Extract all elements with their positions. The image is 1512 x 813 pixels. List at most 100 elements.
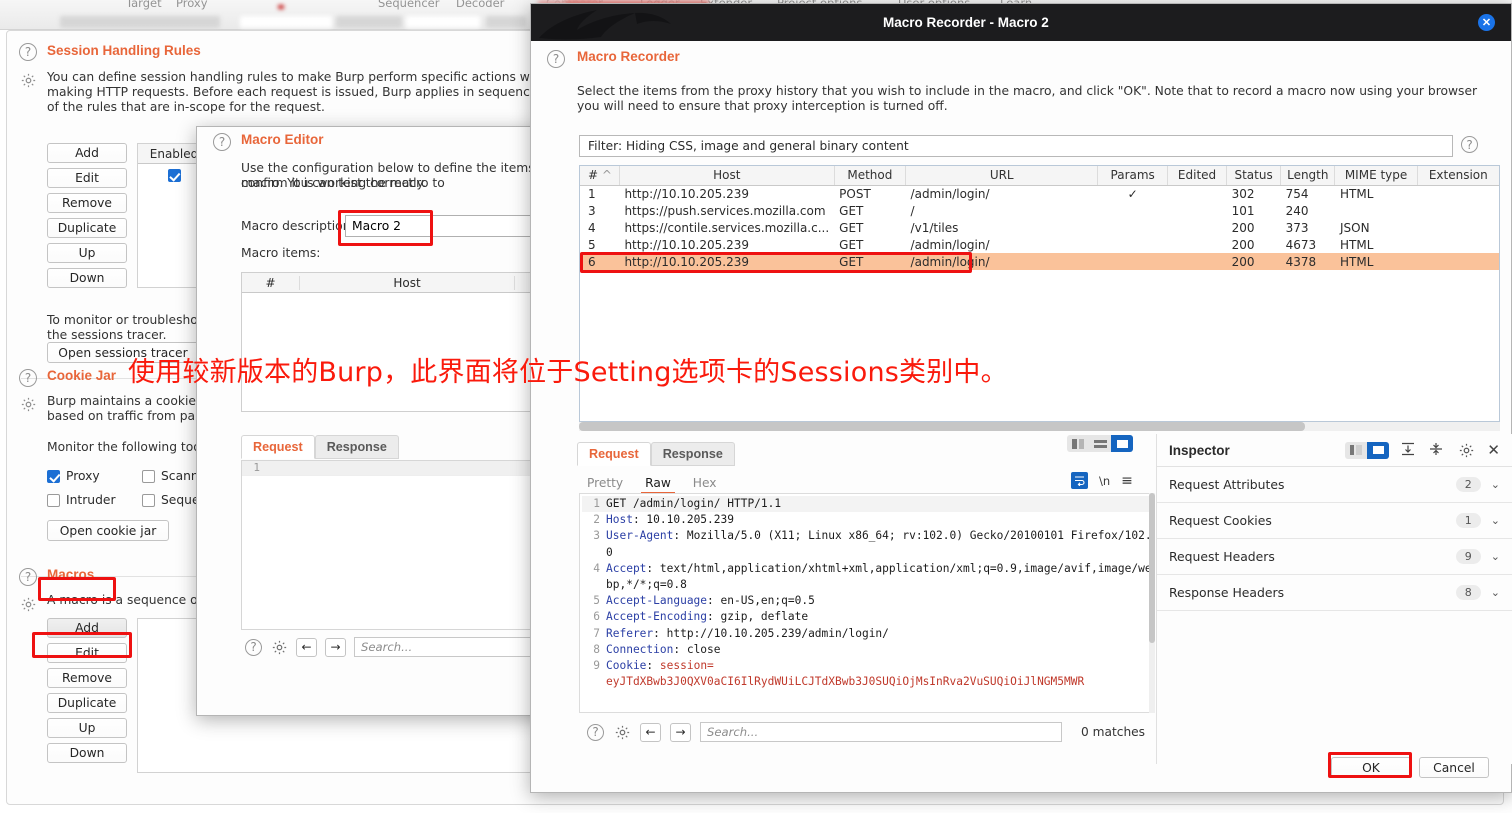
layout-horizontal-split-icon[interactable]: [1089, 435, 1111, 452]
macro-edit-button[interactable]: Edit: [47, 643, 127, 663]
session-handling-settings-icon[interactable]: [19, 71, 37, 92]
inspector-section-row[interactable]: Request Attributes2⌄: [1157, 467, 1512, 503]
table-hscrollbar[interactable]: [579, 422, 1500, 431]
inspector-section-row[interactable]: Request Cookies1⌄: [1157, 503, 1512, 539]
col-header-num[interactable]: # ^: [580, 166, 619, 185]
sequencer-checkbox[interactable]: [142, 494, 155, 507]
macro-recorder-filter-bar[interactable]: Filter: Hiding CSS, image and general bi…: [579, 135, 1453, 157]
macro-recorder-help-icon[interactable]: ?: [547, 50, 565, 68]
search-next-icon[interactable]: →: [670, 723, 691, 742]
session-remove-button[interactable]: Remove: [47, 193, 127, 213]
col-header-extension[interactable]: Extension: [1417, 166, 1499, 185]
macro-duplicate-button[interactable]: Duplicate: [47, 693, 127, 713]
top-tab-target[interactable]: Target: [126, 0, 162, 10]
cancel-button[interactable]: Cancel: [1419, 757, 1489, 778]
col-header-length[interactable]: Length: [1281, 166, 1335, 185]
close-icon[interactable]: ✕: [1478, 14, 1495, 31]
menu-hamburger-icon[interactable]: ≡: [1121, 473, 1133, 489]
expand-all-icon[interactable]: [1401, 442, 1415, 459]
col-header-edited[interactable]: Edited: [1167, 166, 1226, 185]
top-tab-proxy[interactable]: Proxy: [176, 0, 208, 10]
scanner-checkbox[interactable]: [142, 470, 155, 483]
table-row[interactable]: 6http://10.10.205.239GET/admin/login/200…: [580, 253, 1499, 270]
session-edit-button[interactable]: Edit: [47, 168, 127, 188]
session-handling-help-icon[interactable]: ?: [19, 43, 37, 61]
table-row[interactable]: 3https://push.services.mozilla.comGET/10…: [580, 202, 1499, 219]
request-vscrollbar[interactable]: [1149, 493, 1155, 713]
message-tab-response[interactable]: Response: [651, 442, 735, 466]
col-header-host[interactable]: Host: [619, 166, 834, 185]
col-header-url[interactable]: URL: [906, 166, 1098, 185]
message-tab-request[interactable]: Request: [577, 442, 651, 466]
top-tab-decoder[interactable]: Decoder: [456, 0, 504, 10]
macro-add-button[interactable]: Add: [47, 618, 127, 638]
col-header-status[interactable]: Status: [1227, 166, 1281, 185]
table-row[interactable]: 1http://10.10.205.239POST/admin/login/✓3…: [580, 185, 1499, 202]
macro-editor-help-icon[interactable]: ?: [213, 133, 231, 151]
table-row[interactable]: 4https://contile.services.mozilla.c...GE…: [580, 219, 1499, 236]
view-mode-pretty[interactable]: Pretty: [583, 474, 627, 494]
search-prev-icon[interactable]: ←: [640, 723, 661, 742]
gear-icon: [19, 395, 37, 413]
col-header-method[interactable]: Method: [834, 166, 905, 185]
table-hscrollbar-thumb[interactable]: [579, 422, 1305, 431]
gear-icon[interactable]: [1457, 441, 1475, 459]
editor-layout-toggle-group[interactable]: [1067, 435, 1133, 452]
session-duplicate-button[interactable]: Duplicate: [47, 218, 127, 238]
search-prev-icon[interactable]: ←: [296, 638, 317, 657]
macro-up-button[interactable]: Up: [47, 718, 127, 738]
cookie-jar-tool-proxy[interactable]: Proxy: [47, 469, 100, 483]
macros-help-icon[interactable]: ?: [19, 568, 37, 586]
line-number: 3: [582, 528, 600, 544]
layout-vertical-split-icon[interactable]: [1067, 435, 1089, 452]
request-raw-viewer[interactable]: 1GET /admin/login/ HTTP/1.12Host: 10.10.…: [579, 493, 1154, 713]
inspector-layout-toggle[interactable]: [1345, 442, 1389, 459]
inspector-section-row[interactable]: Request Headers9⌄: [1157, 539, 1512, 575]
col-header-params[interactable]: Params: [1098, 166, 1168, 185]
inspector-layout-left-icon[interactable]: [1345, 442, 1367, 459]
request-search-input[interactable]: Search...: [700, 722, 1062, 742]
macro-editor-tab-response[interactable]: Response: [315, 435, 399, 459]
cookie-jar-help-icon[interactable]: ?: [19, 369, 37, 387]
macro-down-button[interactable]: Down: [47, 743, 127, 763]
chevron-down-icon[interactable]: ⌄: [1491, 478, 1500, 491]
view-mode-hex[interactable]: Hex: [689, 474, 721, 494]
help-icon[interactable]: ?: [245, 639, 262, 656]
search-next-icon[interactable]: →: [325, 638, 346, 657]
chevron-down-icon[interactable]: ⌄: [1491, 586, 1500, 599]
inspector-section-row[interactable]: Response Headers8⌄: [1157, 575, 1512, 611]
macro-editor-title: Macro Editor: [241, 132, 324, 147]
view-mode-raw[interactable]: Raw: [641, 474, 675, 494]
show-newlines-icon[interactable]: \n: [1099, 474, 1110, 488]
session-up-button[interactable]: Up: [47, 243, 127, 263]
filter-help-icon[interactable]: ?: [1461, 136, 1478, 153]
collapse-all-icon[interactable]: [1429, 442, 1443, 459]
macro-editor-tab-request[interactable]: Request: [241, 435, 315, 459]
table-row[interactable]: 5http://10.10.205.239GET/admin/login/200…: [580, 236, 1499, 253]
session-add-button[interactable]: Add: [47, 143, 127, 163]
col-header-mime[interactable]: MIME type: [1335, 166, 1417, 185]
session-rule-enabled-checkbox[interactable]: [168, 169, 181, 182]
top-tab-sequencer[interactable]: Sequencer: [378, 0, 439, 10]
word-wrap-icon[interactable]: [1071, 472, 1088, 489]
gear-icon[interactable]: [270, 638, 288, 656]
inspector-layout-right-icon[interactable]: [1367, 442, 1389, 459]
ok-button[interactable]: OK: [1331, 757, 1411, 778]
chevron-down-icon[interactable]: ⌄: [1491, 550, 1500, 563]
help-icon[interactable]: ?: [587, 724, 604, 741]
open-cookie-jar-button[interactable]: Open cookie jar: [47, 520, 169, 541]
macro-editor-search-input[interactable]: Search...: [354, 637, 539, 657]
close-icon[interactable]: ✕: [1487, 441, 1500, 459]
gear-icon[interactable]: [613, 723, 631, 741]
intruder-checkbox[interactable]: [47, 494, 60, 507]
cookie-jar-tool-intruder[interactable]: Intruder: [47, 493, 116, 507]
macro-remove-button[interactable]: Remove: [47, 668, 127, 688]
request-vscrollbar-thumb[interactable]: [1149, 493, 1155, 643]
cell-method: GET: [834, 202, 905, 219]
layout-single-pane-icon[interactable]: [1111, 435, 1133, 452]
cookie-jar-settings-icon[interactable]: [19, 395, 37, 416]
macros-settings-icon[interactable]: [19, 595, 37, 616]
session-down-button[interactable]: Down: [47, 268, 127, 288]
chevron-down-icon[interactable]: ⌄: [1491, 514, 1500, 527]
proxy-checkbox[interactable]: [47, 470, 60, 483]
